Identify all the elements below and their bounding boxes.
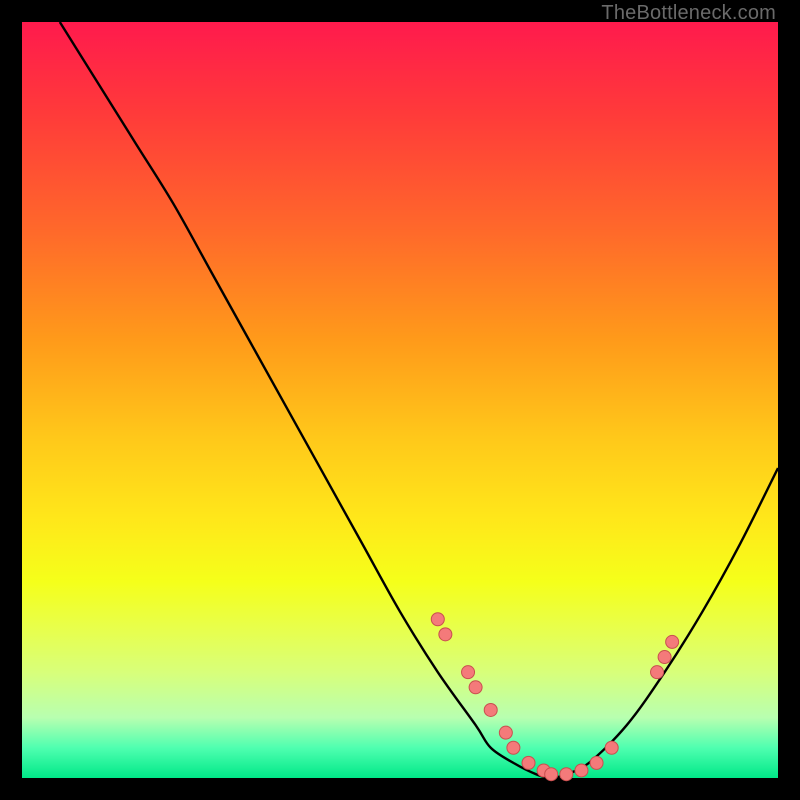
curve-marker [590,756,603,769]
curve-markers [431,613,678,781]
curve-marker [522,756,535,769]
attribution-text: TheBottleneck.com [601,2,776,25]
curve-marker [507,741,520,754]
curve-marker [499,726,512,739]
chart-svg [22,22,778,778]
curve-marker [439,628,452,641]
curve-marker [575,764,588,777]
curve-marker [462,666,475,679]
curve-marker [484,703,497,716]
curve-marker [560,768,573,781]
chart-frame: TheBottleneck.com [0,0,800,800]
curve-marker [431,613,444,626]
curve-marker [666,635,679,648]
bottleneck-curve [60,22,778,778]
curve-marker [545,768,558,781]
curve-marker [651,666,664,679]
curve-marker [469,681,482,694]
curve-marker [605,741,618,754]
curve-marker [658,651,671,664]
